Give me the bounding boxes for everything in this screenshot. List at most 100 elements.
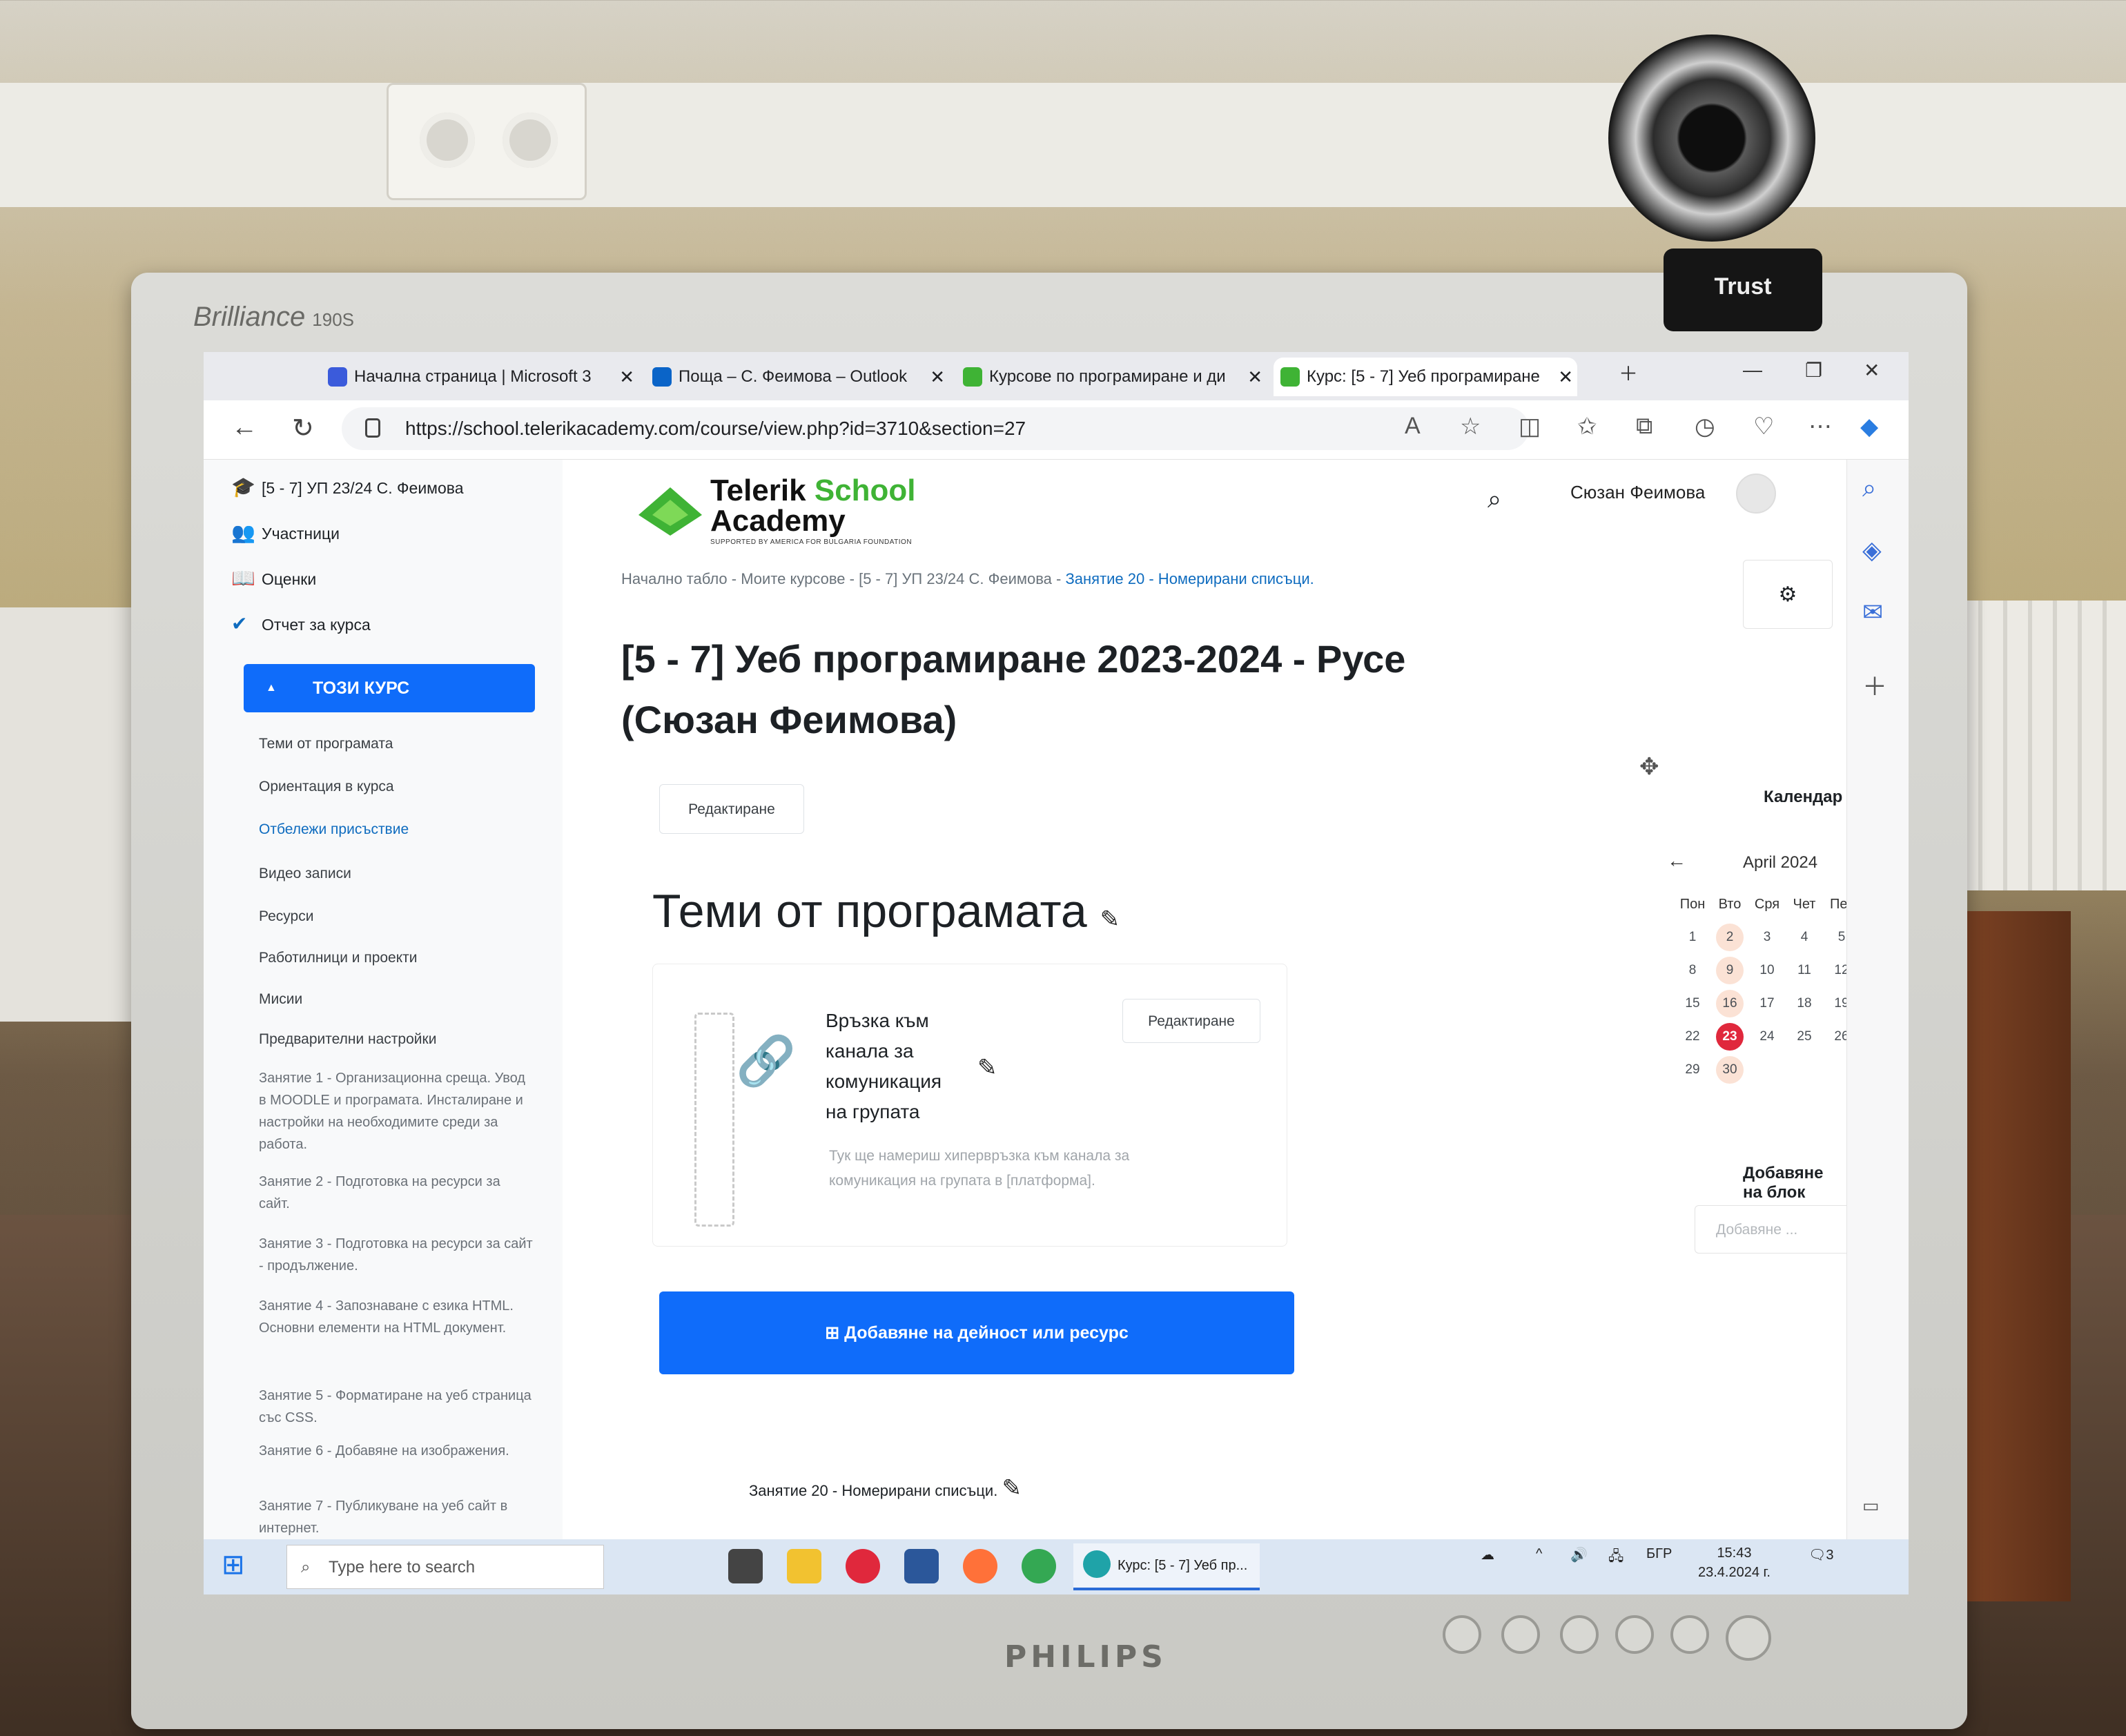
- more-icon[interactable]: ⋯: [1808, 413, 1832, 440]
- power-button[interactable]: [1726, 1615, 1771, 1661]
- copilot-icon[interactable]: ◆: [1860, 413, 1878, 440]
- avatar[interactable]: [1736, 474, 1776, 514]
- back-icon[interactable]: ←: [231, 413, 257, 442]
- volume-icon[interactable]: 🔊: [1570, 1546, 1588, 1563]
- calendar-day[interactable]: 3: [1748, 924, 1786, 951]
- drawer-this-course[interactable]: ТОЗИ КУРС: [244, 664, 535, 712]
- add-icon[interactable]: ＋: [1862, 667, 1887, 703]
- calendar-day[interactable]: 11: [1786, 957, 1823, 984]
- new-tab-icon[interactable]: ＋: [1619, 359, 1638, 387]
- close-window-icon[interactable]: ✕: [1864, 359, 1880, 382]
- cloud-icon[interactable]: ☁: [1481, 1546, 1494, 1563]
- favorite-star-icon[interactable]: ☆: [1460, 413, 1481, 440]
- chrome-icon[interactable]: [1022, 1549, 1056, 1583]
- clock[interactable]: 15:43 23.4.2024 г.: [1698, 1543, 1771, 1582]
- drawer-sub-item-attendance[interactable]: Отбележи присъствие: [259, 819, 549, 841]
- calendar-day[interactable]: 4: [1786, 924, 1823, 951]
- drawer-item-participants[interactable]: 👥 Участници: [231, 519, 340, 547]
- drawer-sub-item[interactable]: Видео записи: [259, 863, 549, 885]
- taskbar-search[interactable]: ⌕ Type here to search: [286, 1545, 604, 1589]
- browser-tab[interactable]: Поща – С. Феимова – Outlook ✕: [645, 358, 949, 396]
- calendar-day[interactable]: 22: [1674, 1023, 1711, 1051]
- outlook-icon[interactable]: ✉: [1862, 598, 1883, 627]
- drag-handle[interactable]: [694, 1013, 734, 1227]
- add-activity-button[interactable]: ⊞ Добавяне на дейност или ресурс: [659, 1291, 1294, 1374]
- drawer-lesson-item[interactable]: Занятие 6 - Добавяне на изображения.: [259, 1440, 535, 1462]
- favorites-icon[interactable]: ✩: [1577, 413, 1597, 440]
- calendar-day[interactable]: 24: [1748, 1023, 1786, 1051]
- monitor-button[interactable]: [1443, 1615, 1481, 1654]
- edit-button[interactable]: Редактиране: [659, 784, 804, 834]
- tray-chevron-icon[interactable]: ^: [1536, 1546, 1542, 1562]
- breadcrumb-link[interactable]: Моите курсове: [741, 570, 845, 587]
- monitor-button[interactable]: [1560, 1615, 1599, 1654]
- maximize-icon[interactable]: ❐: [1805, 359, 1822, 382]
- calendar-day[interactable]: 30: [1711, 1056, 1748, 1084]
- close-icon[interactable]: ✕: [930, 358, 945, 396]
- calendar-day[interactable]: 1: [1674, 924, 1711, 951]
- browser-tab[interactable]: Начална страница | Microsoft 3 ✕: [321, 358, 638, 396]
- notification-badge[interactable]: 🗨3: [1808, 1546, 1834, 1563]
- calendar-day[interactable]: 16: [1711, 990, 1748, 1017]
- search-icon[interactable]: ⌕: [1488, 485, 1501, 514]
- word-icon[interactable]: [904, 1549, 939, 1583]
- edit-pencil-icon[interactable]: ✎: [1002, 1475, 1022, 1501]
- refresh-icon[interactable]: ↻: [292, 413, 314, 444]
- url-field[interactable]: https://school.telerikacademy.com/course…: [342, 407, 1529, 450]
- monitor-button[interactable]: [1615, 1615, 1654, 1654]
- calendar-day[interactable]: 25: [1786, 1023, 1823, 1051]
- drawer-sub-item[interactable]: Ориентация в курса: [259, 776, 549, 798]
- user-name[interactable]: Сюзан Феимова: [1570, 482, 1705, 503]
- calendar-day[interactable]: 15: [1674, 990, 1711, 1017]
- prev-month-icon[interactable]: ←: [1667, 850, 1686, 872]
- edit-pencil-icon[interactable]: ✎: [1100, 906, 1120, 933]
- browser-tab-active[interactable]: Курс: [5 - 7] Уеб програмиране ✕: [1274, 358, 1577, 396]
- activity-edit-button[interactable]: Редактиране: [1122, 999, 1260, 1043]
- collections-icon[interactable]: ⧉: [1636, 413, 1652, 440]
- monitor-button[interactable]: [1670, 1615, 1709, 1654]
- copilot-icon[interactable]: ◈: [1862, 536, 1882, 565]
- move-icon[interactable]: ✥: [1639, 753, 1659, 781]
- calendar-day[interactable]: 2: [1711, 924, 1748, 951]
- drawer-sub-item[interactable]: Предварителни настройки: [259, 1028, 549, 1051]
- calendar-day[interactable]: 29: [1674, 1056, 1711, 1084]
- browser-tab[interactable]: Курсове по програмиране и ди ✕: [956, 358, 1267, 396]
- task-view-icon[interactable]: [728, 1549, 763, 1583]
- drawer-item-grades[interactable]: 📖 Оценки: [231, 565, 316, 592]
- calendar-day[interactable]: 17: [1748, 990, 1786, 1017]
- minimize-icon[interactable]: —: [1743, 359, 1762, 381]
- taskbar-edge-app[interactable]: Курс: [5 - 7] Уеб пр...: [1073, 1543, 1260, 1590]
- drawer-sub-item[interactable]: Работилници и проекти: [259, 947, 549, 969]
- drawer-lesson-item[interactable]: Занятие 1 - Организационна среща. Увод в…: [259, 1067, 535, 1155]
- read-aloud-icon[interactable]: A: [1405, 413, 1421, 440]
- close-icon[interactable]: ✕: [1558, 358, 1573, 396]
- breadcrumb-current[interactable]: Занятие 20 - Номерирани списъци.: [1065, 570, 1314, 587]
- drawer-lesson-item[interactable]: Занятие 3 - Подготовка на ресурси за сай…: [259, 1233, 535, 1277]
- sidebar-toggle-icon[interactable]: ▭: [1862, 1495, 1880, 1516]
- drawer-lesson-item[interactable]: Занятие 2 - Подготовка на ресурси за сай…: [259, 1171, 535, 1215]
- drawer-lesson-item[interactable]: Занятие 4 - Запознаване с езика HTML. Ос…: [259, 1295, 535, 1339]
- calendar-day[interactable]: 10: [1748, 957, 1786, 984]
- breadcrumb-link[interactable]: [5 - 7] УП 23/24 С. Феимова: [859, 570, 1052, 587]
- network-icon[interactable]: 🖧: [1608, 1546, 1623, 1570]
- settings-gear-icon[interactable]: ⚙: [1743, 560, 1833, 629]
- calendar-day[interactable]: 8: [1674, 957, 1711, 984]
- close-icon[interactable]: ✕: [1247, 358, 1262, 396]
- breadcrumb-link[interactable]: Начално табло: [621, 570, 728, 587]
- close-icon[interactable]: ✕: [619, 358, 634, 396]
- drawer-sub-item[interactable]: Теми от програмата: [259, 733, 549, 755]
- language-indicator[interactable]: БГР: [1646, 1546, 1672, 1562]
- drawer-lesson-item[interactable]: Занятие 5 - Форматиране на уеб страница …: [259, 1385, 535, 1429]
- calendar-day[interactable]: 23: [1711, 1023, 1748, 1051]
- calendar-day[interactable]: 9: [1711, 957, 1748, 984]
- calendar-day[interactable]: 18: [1786, 990, 1823, 1017]
- drawer-item-course[interactable]: 🎓 [5 - 7] УП 23/24 С. Феимова: [231, 474, 464, 501]
- firefox-icon[interactable]: [963, 1549, 997, 1583]
- activity-name[interactable]: Връзка към канала за комуникация на груп…: [826, 1006, 964, 1127]
- monitor-button[interactable]: [1501, 1615, 1540, 1654]
- history-icon[interactable]: ◷: [1695, 413, 1715, 440]
- site-logo[interactable]: Telerik School Academy SUPPORTED BY AMER…: [638, 467, 928, 549]
- drawer-lesson-item[interactable]: Занятие 7 - Публикуване на уеб сайт в ин…: [259, 1495, 535, 1539]
- search-icon[interactable]: ⌕: [1862, 474, 1876, 503]
- edit-pencil-icon[interactable]: ✎: [977, 1054, 997, 1082]
